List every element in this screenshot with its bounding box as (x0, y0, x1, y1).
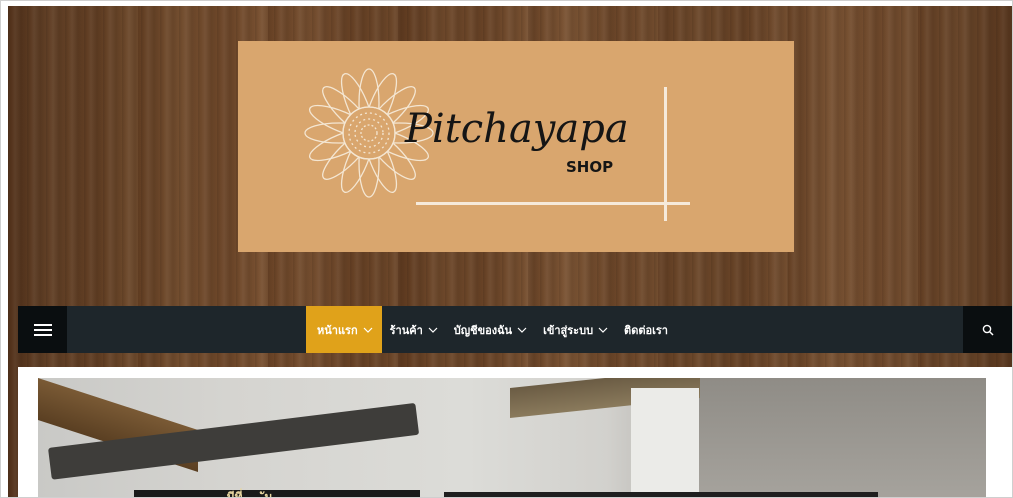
chevron-down-icon (598, 327, 608, 333)
nav-item-label: ติดต่อเรา (624, 323, 668, 337)
logo-title: Pitchayapa (405, 106, 629, 152)
chevron-down-icon (517, 327, 527, 333)
nav-item-home[interactable]: หน้าแรก (306, 306, 382, 353)
chevron-down-icon (363, 327, 373, 333)
main-navigation: หน้าแรก ร้านค้า บัญชีของฉัน เข้าสู่ระบบ … (18, 306, 1012, 353)
nav-item-my-account[interactable]: บัญชีของฉัน (446, 306, 535, 353)
logo-horizontal-line (416, 202, 690, 205)
nav-item-label: บัญชีของฉัน (453, 323, 513, 337)
nav-item-shop[interactable]: ร้านค้า (382, 306, 446, 353)
nav-menu: หน้าแรก ร้านค้า บัญชีของฉัน เข้าสู่ระบบ … (306, 306, 676, 353)
hero-caption-box (134, 490, 420, 497)
chevron-down-icon (428, 327, 438, 333)
nav-item-label: หน้าแรก (317, 323, 358, 337)
nav-item-contact[interactable]: ติดต่อเรา (616, 306, 676, 353)
nav-item-label: ร้านค้า (389, 323, 423, 337)
hero-image[interactable]: ...มีที่ ... ัน (38, 378, 986, 498)
logo-vertical-line (664, 87, 667, 221)
logo-subtitle: SHOP (566, 158, 614, 176)
menu-toggle-button[interactable] (18, 306, 67, 353)
hero-caption-text: ...มีที่ ... ัน (213, 490, 273, 498)
hamburger-icon (33, 323, 52, 336)
search-button[interactable] (963, 306, 1012, 353)
nav-item-label: เข้าสู่ระบบ (543, 323, 594, 337)
search-icon (982, 324, 994, 336)
nav-item-login[interactable]: เข้าสู่ระบบ (535, 306, 616, 353)
hero-wall (699, 378, 986, 497)
hero-panel (631, 388, 699, 497)
browser-viewport: Pitchayapa SHOP หน้าแรก ร้านค้า บัญชีของ… (0, 0, 1013, 498)
hero-caption-box-2 (444, 492, 878, 497)
